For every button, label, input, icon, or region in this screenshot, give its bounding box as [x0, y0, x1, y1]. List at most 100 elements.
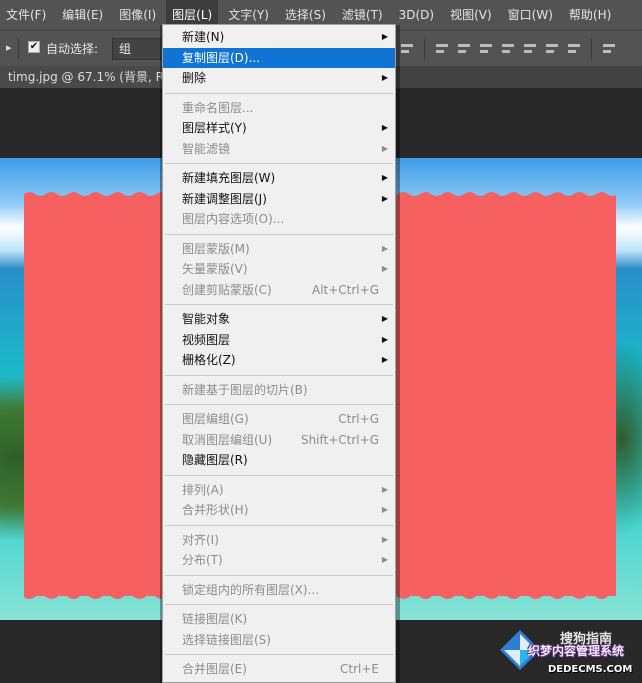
menu-separator	[165, 474, 393, 476]
distribute-bottom-icon[interactable]	[521, 40, 539, 58]
menu-separator	[165, 233, 393, 235]
menu-entry-label: 新建调整图层(J)	[182, 191, 267, 206]
menu-entry[interactable]: 图层编组(G) Ctrl+G	[163, 409, 395, 429]
tool-preset-icon[interactable]: ▸	[6, 41, 12, 54]
submenu-arrow-icon: ▶	[381, 264, 388, 273]
menu-entry-label: 新建(N)	[182, 30, 225, 44]
align-top-icon[interactable]	[398, 40, 416, 58]
menu-entry-shortcut: Shift+Ctrl+G	[300, 432, 379, 447]
submenu-arrow-icon: ▶	[381, 355, 388, 364]
menu-entry-label: 分布(T)	[182, 553, 223, 567]
separator	[591, 39, 592, 59]
align-vertical-center-icon[interactable]	[433, 40, 451, 58]
menu-separator	[165, 604, 393, 605]
menu-entry-label: 图层样式(Y)	[182, 121, 247, 135]
submenu-arrow-icon: ▶	[381, 555, 388, 564]
menu-entry[interactable]: 图层内容选项(O)...	[163, 209, 395, 229]
auto-select-checkbox[interactable]: ✔	[28, 41, 40, 53]
menu-entry-label: 合并图层(E)	[182, 662, 247, 676]
submenu-arrow-icon: ▶	[381, 123, 388, 132]
submenu-arrow-icon: ▶	[381, 243, 388, 253]
menu-entry[interactable]: 合并形状(H) ▶	[163, 500, 395, 520]
dedecms-brand-text: 织梦内容管理系统	[528, 644, 625, 658]
menu-entry[interactable]: 对齐(I) ▶	[163, 530, 395, 550]
menu-entry[interactable]: 创建剪贴蒙版(C) Alt+Ctrl+G	[163, 280, 395, 300]
menu-entry-label: 新建填充图层(W)	[182, 171, 276, 185]
menu-entry-label: 视频图层	[182, 332, 231, 347]
menu-entry-label: 图层编组(G)	[182, 412, 249, 426]
menu-entry[interactable]: 取消图层编组(U) Shift+Ctrl+G	[163, 430, 395, 450]
distribute-center-icon[interactable]	[499, 40, 517, 58]
submenu-arrow-icon: ▶	[381, 534, 388, 544]
menu-entry-shortcut: Alt+Ctrl+G	[311, 282, 379, 297]
menu-entry-label: 重命名图层...	[182, 100, 254, 115]
menu-entry[interactable]: 新建填充图层(W) ▶	[163, 168, 395, 188]
auto-select-dropdown[interactable]: 组	[112, 38, 164, 60]
distribute-right-icon[interactable]	[600, 40, 618, 58]
align-bottom-icon[interactable]	[455, 40, 473, 58]
menu-item[interactable]: 窗口(W)	[502, 0, 559, 30]
menu-entry-label: 复制图层(D)...	[182, 50, 261, 65]
submenu-arrow-icon: ▶	[381, 314, 388, 323]
menu-entry-label: 矢量蒙版(V)	[182, 262, 248, 276]
menu-separator	[165, 524, 393, 526]
menu-entry-label: 排列(A)	[182, 482, 224, 497]
distribute-left-icon[interactable]	[543, 40, 561, 58]
menu-separator	[165, 374, 393, 376]
menu-item[interactable]: 视图(V)	[444, 0, 498, 30]
menu-entry[interactable]: 链接图层(K)	[163, 609, 395, 629]
menu-entry[interactable]: 视频图层 ▶	[163, 330, 395, 350]
menu-item[interactable]: 帮助(H)	[563, 0, 617, 30]
menu-separator	[165, 163, 393, 164]
menu-separator	[165, 574, 393, 576]
menu-entry-label: 创建剪贴蒙版(C)	[182, 282, 272, 297]
menu-entry-label: 删除	[182, 71, 207, 85]
menu-entry[interactable]: 新建(N) ▶	[163, 27, 395, 47]
menu-entry-label: 智能滤镜	[182, 141, 231, 156]
menu-entry[interactable]: 选择链接图层(S)	[163, 630, 395, 650]
align-toolbar	[398, 39, 622, 59]
auto-select-value: 组	[119, 42, 132, 56]
menu-entry[interactable]: 智能对象 ▶	[163, 309, 395, 329]
menu-entry[interactable]: 排列(A) ▶	[163, 480, 395, 500]
menu-entry-label: 选择链接图层(S)	[182, 632, 271, 647]
menu-entry[interactable]: 重命名图层...	[163, 98, 395, 118]
menu-entry[interactable]: 栅格化(Z) ▶	[163, 350, 395, 370]
menu-entry[interactable]: 复制图层(D)...	[163, 47, 395, 68]
menu-entry[interactable]: 隐藏图层(R)	[163, 450, 395, 470]
menu-entry-shortcut: Ctrl+E	[340, 662, 379, 676]
menu-entry[interactable]: 锁定组内的所有图层(X)...	[163, 580, 395, 600]
distribute-top-icon[interactable]	[477, 40, 495, 58]
menu-entry-label: 新建基于图层的切片(B)	[182, 382, 308, 397]
submenu-arrow-icon: ▶	[381, 143, 388, 153]
separator	[424, 39, 425, 59]
distribute-hcenter-icon[interactable]	[565, 40, 583, 58]
document-tab-title: timg.jpg @ 67.1% (背景, RGB	[8, 70, 172, 84]
menu-item[interactable]: 文件(F)	[0, 0, 52, 30]
submenu-arrow-icon: ▶	[381, 32, 388, 41]
menu-separator	[165, 304, 393, 305]
menu-entry[interactable]: 新建调整图层(J) ▶	[163, 189, 395, 209]
auto-select-label: 自动选择:	[46, 42, 99, 56]
menu-entry[interactable]: 分布(T) ▶	[163, 550, 395, 570]
menu-entry[interactable]: 矢量蒙版(V) ▶	[163, 259, 395, 279]
menu-entry-shortcut: Ctrl+G	[338, 412, 379, 426]
checkmark-icon: ✔	[29, 41, 39, 52]
menu-entry-label: 对齐(I)	[182, 532, 219, 547]
menu-entry[interactable]: 合并图层(E) Ctrl+E	[163, 659, 395, 679]
menu-entry-label: 合并形状(H)	[182, 503, 249, 517]
menu-entry[interactable]: 图层蒙版(M) ▶	[163, 239, 395, 259]
document-tab[interactable]: timg.jpg @ 67.1% (背景, RGB	[0, 66, 172, 88]
layer-menu: 新建(N) ▶ 复制图层(D)... 删除 ▶ 重命名图层... 图层样式(Y) ▶ 智能滤镜 ▶…	[162, 24, 396, 683]
menu-entry[interactable]: 删除 ▶	[163, 68, 395, 88]
menu-item[interactable]: 图像(I)	[113, 0, 162, 30]
separator	[18, 39, 19, 59]
menu-entry[interactable]: 图层样式(Y) ▶	[163, 118, 395, 138]
menu-separator	[165, 404, 393, 405]
submenu-arrow-icon: ▶	[381, 505, 388, 514]
submenu-arrow-icon: ▶	[381, 73, 388, 82]
menu-entry-label: 隐藏图层(R)	[182, 453, 248, 467]
menu-entry[interactable]: 智能滤镜 ▶	[163, 139, 395, 159]
menu-item[interactable]: 编辑(E)	[56, 0, 109, 30]
menu-entry[interactable]: 新建基于图层的切片(B)	[163, 380, 395, 400]
